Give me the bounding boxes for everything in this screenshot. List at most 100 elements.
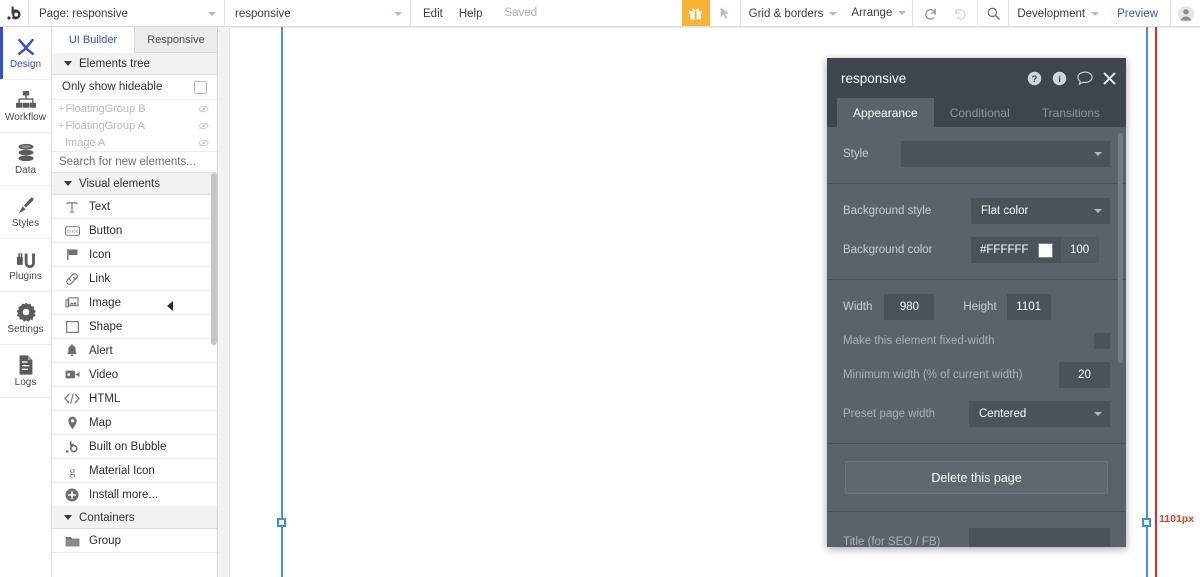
document-lines-icon: [16, 354, 36, 376]
chevron-down-icon: [829, 11, 838, 16]
canvas-page-width-marker: [1155, 27, 1157, 577]
canvas-guide-left[interactable]: [281, 27, 283, 577]
rail-item-data[interactable]: Data: [0, 133, 51, 186]
tree-node-floatinggroup-b[interactable]: + FloatingGroup B: [52, 100, 217, 117]
eye-slash-icon[interactable]: [198, 139, 209, 147]
seo-title-input[interactable]: [969, 528, 1110, 547]
element-item-icon[interactable]: Icon: [52, 243, 217, 267]
user-avatar-icon[interactable]: [1170, 0, 1200, 27]
background-style-dropdown[interactable]: Flat color: [971, 198, 1110, 224]
tab-ui-builder[interactable]: UI Builder: [52, 27, 135, 53]
menu-help[interactable]: Help: [455, 0, 495, 27]
page-selector-value: Page: responsive: [39, 7, 128, 20]
visual-elements-header[interactable]: Visual elements: [52, 173, 217, 195]
search-new-elements-placeholder: Search for new elements...: [59, 156, 196, 168]
element-item-alert[interactable]: Alert: [52, 339, 217, 363]
element-item-install-more[interactable]: Install more...: [52, 483, 217, 507]
cursor-arrow-icon[interactable]: [710, 0, 740, 26]
element-item-image[interactable]: Image: [52, 291, 217, 315]
tree-node-image-a[interactable]: Image A: [52, 134, 217, 151]
only-show-hideable-checkbox[interactable]: [194, 80, 207, 94]
element-item-link[interactable]: Link: [52, 267, 217, 291]
element-item-text[interactable]: Text: [52, 195, 217, 219]
element-item-material-icon[interactable]: g Material Icon: [52, 459, 217, 483]
property-editor-scrollbar[interactable]: [1118, 133, 1123, 363]
min-width-input[interactable]: 20: [1059, 362, 1110, 388]
rail-label: Settings: [7, 324, 44, 335]
delete-page-button[interactable]: Delete this page: [845, 461, 1108, 494]
element-item-map[interactable]: Map: [52, 411, 217, 435]
tree-node-floatinggroup-a[interactable]: + FloatingGroup A: [52, 117, 217, 134]
info-icon[interactable]: i: [1052, 71, 1067, 86]
background-color-field[interactable]: #FFFFFF 100: [971, 237, 1099, 263]
background-color-label: Background color: [843, 244, 933, 256]
canvas-resize-handle-right[interactable]: [1142, 518, 1151, 527]
preset-page-width-row: Preset page width Centered: [843, 401, 1110, 427]
grid-borders-menu[interactable]: Grid & borders: [739, 0, 844, 27]
help-question-icon[interactable]: ?: [1027, 71, 1042, 86]
eye-slash-icon[interactable]: [198, 122, 209, 130]
redo-icon[interactable]: [945, 6, 975, 21]
color-swatch[interactable]: [1037, 242, 1053, 258]
search-button[interactable]: [977, 0, 1008, 27]
tab-appearance[interactable]: Appearance: [837, 98, 934, 127]
version-label: Development: [1009, 0, 1105, 27]
search-new-elements-input[interactable]: Search for new elements...: [52, 151, 217, 173]
gift-icon[interactable]: [681, 0, 710, 26]
seo-title-row: Title (for SEO / FB): [843, 528, 1110, 547]
expand-plus-icon[interactable]: +: [58, 120, 64, 132]
arrange-menu[interactable]: Arrange: [843, 0, 912, 26]
containers-header[interactable]: Containers: [52, 507, 217, 529]
button-click-icon: CLICK: [64, 225, 80, 236]
rail-item-styles[interactable]: Styles: [0, 186, 51, 239]
tab-transitions[interactable]: Transitions: [1026, 98, 1116, 127]
version-menu[interactable]: Development: [1008, 0, 1105, 27]
element-item-built-on-bubble[interactable]: Built on Bubble: [52, 435, 217, 459]
comment-bubble-icon[interactable]: [1077, 71, 1093, 85]
rail-item-plugins[interactable]: Plugins: [0, 239, 51, 292]
rail-label: Plugins: [9, 271, 42, 282]
width-input[interactable]: 980: [884, 294, 935, 320]
fixed-width-checkbox[interactable]: [1094, 333, 1110, 349]
close-x-icon[interactable]: [1103, 72, 1116, 85]
style-dropdown[interactable]: [901, 141, 1110, 167]
element-label: Install more...: [89, 488, 159, 501]
search-icon[interactable]: [978, 6, 1008, 21]
element-label: Alert: [89, 344, 113, 357]
design-tools-icon: [15, 36, 37, 58]
element-item-group[interactable]: Group: [52, 529, 217, 553]
rail-item-logs[interactable]: Logs: [0, 345, 51, 398]
element-selector-dropdown[interactable]: responsive: [224, 0, 410, 27]
only-show-hideable-row[interactable]: Only show hideable: [52, 75, 217, 100]
rail-item-settings[interactable]: Settings: [0, 292, 51, 345]
link-chain-icon: [64, 272, 80, 286]
canvas-guide-right[interactable]: [1146, 27, 1148, 577]
element-item-video[interactable]: Video: [52, 363, 217, 387]
element-item-button[interactable]: CLICK Button: [52, 219, 217, 243]
preview-button[interactable]: Preview: [1105, 0, 1170, 27]
preset-page-width-dropdown[interactable]: Centered: [969, 401, 1110, 427]
background-color-opacity[interactable]: 100: [1060, 237, 1099, 263]
workflow-tree-icon: [15, 89, 37, 111]
rail-item-design[interactable]: Design: [0, 27, 51, 80]
expand-plus-icon[interactable]: +: [58, 103, 64, 115]
height-input[interactable]: 1101: [1006, 294, 1051, 320]
eye-slash-icon[interactable]: [198, 105, 209, 113]
page-selector-dropdown[interactable]: Page: responsive: [28, 0, 224, 27]
panel-collapse-handle[interactable]: [165, 298, 175, 314]
menu-edit[interactable]: Edit: [410, 0, 455, 27]
rail-item-workflow[interactable]: Workflow: [0, 80, 51, 133]
undo-icon[interactable]: [915, 6, 945, 21]
element-item-shape[interactable]: Shape: [52, 315, 217, 339]
chevron-down-icon: [64, 181, 72, 186]
tab-responsive[interactable]: Responsive: [135, 27, 217, 52]
bubble-logo-icon[interactable]: [0, 0, 28, 26]
tab-conditional[interactable]: Conditional: [934, 98, 1026, 127]
svg-text:g: g: [69, 464, 75, 478]
canvas-resize-handle-left[interactable]: [277, 518, 286, 527]
elements-tree-header[interactable]: Elements tree: [52, 53, 217, 75]
element-label: Link: [89, 272, 111, 285]
elements-list-scrollbar[interactable]: [211, 173, 217, 345]
element-item-html[interactable]: HTML: [52, 387, 217, 411]
